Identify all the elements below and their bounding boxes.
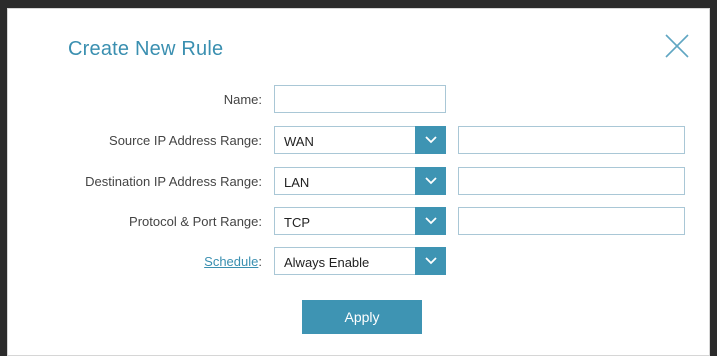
schedule-colon: : bbox=[258, 254, 262, 269]
destination-ip-select[interactable]: LAN bbox=[274, 167, 446, 195]
protocol-select[interactable]: TCP bbox=[274, 207, 446, 235]
schedule-label: Schedule: bbox=[2, 254, 262, 269]
dialog-title: Create New Rule bbox=[68, 38, 224, 60]
chevron-down-icon[interactable] bbox=[415, 247, 446, 275]
destination-ip-input[interactable] bbox=[458, 167, 685, 195]
source-ip-select[interactable]: WAN bbox=[274, 126, 446, 154]
port-range-input[interactable] bbox=[458, 207, 685, 235]
destination-ip-label: Destination IP Address Range: bbox=[85, 174, 262, 189]
source-ip-label: Source IP Address Range: bbox=[109, 133, 262, 148]
destination-ip-selected: LAN bbox=[284, 175, 310, 190]
chevron-down-icon[interactable] bbox=[415, 167, 446, 195]
chevron-down-icon[interactable] bbox=[415, 126, 446, 154]
protocol-label: Protocol & Port Range: bbox=[129, 214, 262, 229]
source-ip-input[interactable] bbox=[458, 126, 685, 154]
close-icon[interactable] bbox=[662, 31, 692, 61]
schedule-selected: Always Enable bbox=[284, 255, 370, 270]
apply-button[interactable]: Apply bbox=[302, 300, 422, 334]
schedule-link[interactable]: Schedule bbox=[204, 254, 258, 269]
name-label: Name: bbox=[223, 92, 262, 107]
chevron-down-icon[interactable] bbox=[415, 207, 446, 235]
protocol-selected: TCP bbox=[284, 215, 310, 230]
create-rule-dialog: Create New Rule Name: Source IP Address … bbox=[7, 8, 710, 356]
name-input[interactable] bbox=[274, 85, 446, 113]
source-ip-selected: WAN bbox=[284, 134, 314, 149]
schedule-select[interactable]: Always Enable bbox=[274, 247, 446, 275]
